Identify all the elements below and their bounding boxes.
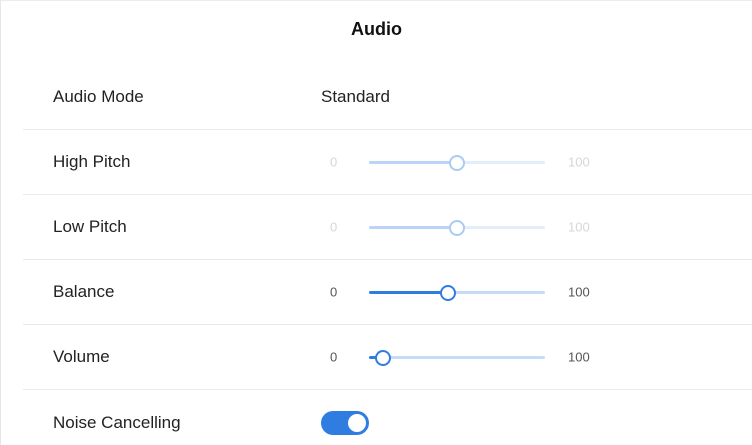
low-pitch-max: 100 (568, 219, 590, 235)
volume-min: 0 (330, 349, 338, 365)
high-pitch-label: High Pitch (53, 152, 131, 171)
balance-row: Balance 0 100 (23, 260, 752, 325)
balance-label: Balance (53, 282, 115, 301)
balance-fill (369, 291, 449, 294)
low-pitch-min: 0 (330, 219, 338, 235)
high-pitch-slider[interactable] (369, 154, 545, 171)
volume-slider[interactable] (369, 349, 545, 366)
low-pitch-thumb[interactable] (449, 219, 465, 236)
low-pitch-row: Low Pitch 0 100 (23, 195, 752, 260)
low-pitch-fill (369, 226, 457, 229)
balance-slider[interactable] (369, 284, 545, 301)
noise-cancelling-toggle[interactable] (321, 410, 369, 435)
audio-mode-label: Audio Mode (53, 87, 144, 106)
toggle-knob (348, 413, 366, 432)
high-pitch-min: 0 (330, 154, 338, 170)
balance-min: 0 (330, 284, 338, 300)
high-pitch-thumb[interactable] (449, 154, 465, 171)
high-pitch-fill (369, 161, 457, 164)
volume-thumb[interactable] (375, 349, 392, 366)
balance-thumb[interactable] (440, 284, 457, 301)
audio-mode-row[interactable]: Audio Mode Standard › (23, 65, 752, 130)
page-title: Audio (351, 19, 402, 39)
volume-label: Volume (53, 347, 110, 366)
balance-max: 100 (568, 284, 590, 300)
volume-max: 100 (568, 349, 590, 365)
high-pitch-row: High Pitch 0 100 (23, 130, 752, 195)
low-pitch-slider[interactable] (369, 219, 545, 236)
low-pitch-label: Low Pitch (53, 217, 127, 236)
audio-mode-value: Standard (321, 87, 390, 106)
audio-settings-panel: Audio Audio Mode Standard › High Pitch 0… (0, 0, 752, 445)
noise-cancelling-label: Noise Cancelling (53, 412, 181, 432)
noise-cancelling-row: Noise Cancelling (23, 390, 752, 445)
volume-row: Volume 0 100 (23, 325, 752, 390)
high-pitch-max: 100 (568, 154, 590, 170)
